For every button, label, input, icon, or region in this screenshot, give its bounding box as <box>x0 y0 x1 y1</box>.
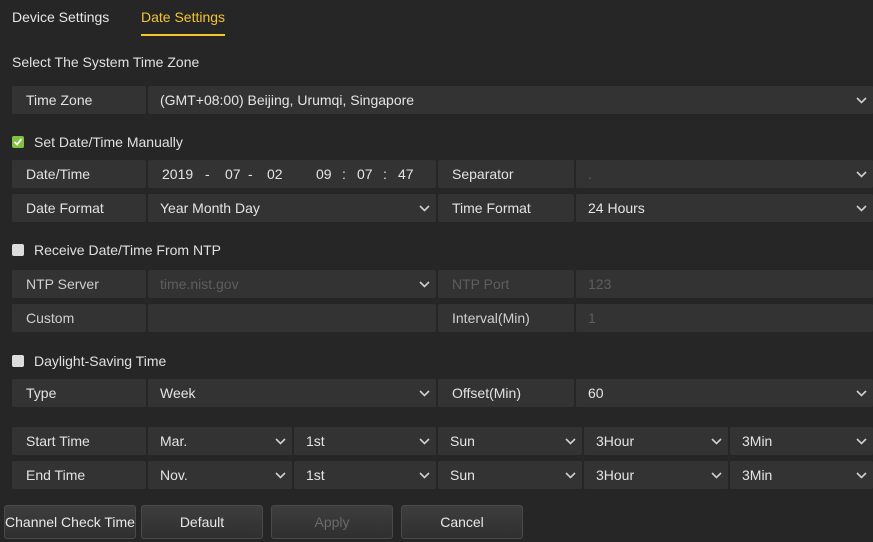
tab-device-settings[interactable]: Device Settings <box>12 6 109 36</box>
start-minute-value: 3Min <box>742 433 773 449</box>
start-day-value: Sun <box>450 433 475 449</box>
end-week-select[interactable]: 1st <box>294 461 436 489</box>
chevron-down-icon <box>855 160 867 188</box>
dst-offset-label: Offset(Min) <box>438 379 574 407</box>
dst-checkbox[interactable] <box>12 355 24 367</box>
ntp-checkbox-row[interactable]: Receive Date/Time From NTP <box>12 240 221 260</box>
chevron-down-icon <box>855 194 867 222</box>
end-time-label: End Time <box>12 461 146 489</box>
dst-offset-value: 60 <box>588 385 604 401</box>
checkmark-icon <box>13 138 23 146</box>
end-minute-select[interactable]: 3Min <box>730 461 873 489</box>
datetime-label: Date/Time <box>12 160 146 188</box>
chevron-down-icon <box>274 461 286 489</box>
time-format-value: 24 Hours <box>588 200 645 216</box>
interval-label: Interval(Min) <box>438 304 574 332</box>
cancel-button[interactable]: Cancel <box>401 505 523 539</box>
time-sep-2: : <box>383 166 387 182</box>
timezone-value: (GMT+08:00) Beijing, Urumqi, Singapore <box>160 92 415 108</box>
start-hour-select[interactable]: 3Hour <box>584 427 728 455</box>
end-day-select[interactable]: Sun <box>438 461 582 489</box>
dst-type-label: Type <box>12 379 146 407</box>
end-month-select[interactable]: Nov. <box>148 461 292 489</box>
chevron-down-icon <box>855 427 867 455</box>
dst-checkbox-row[interactable]: Daylight-Saving Time <box>12 351 166 371</box>
chevron-down-icon <box>855 461 867 489</box>
ntp-server-select[interactable]: time.nist.gov <box>148 270 436 298</box>
custom-label: Custom <box>12 304 146 332</box>
end-week-value: 1st <box>306 467 325 483</box>
dst-type-value: Week <box>160 385 196 401</box>
end-month-value: Nov. <box>160 467 188 483</box>
time-format-select[interactable]: 24 Hours <box>576 194 873 222</box>
date-format-label: Date Format <box>12 194 146 222</box>
date-format-select[interactable]: Year Month Day <box>148 194 436 222</box>
manual-checkbox-row[interactable]: Set Date/Time Manually <box>12 132 183 152</box>
dst-type-select[interactable]: Week <box>148 379 436 407</box>
date-sep-1: - <box>205 166 210 182</box>
custom-input[interactable] <box>148 304 436 332</box>
manual-checkbox[interactable] <box>12 136 24 148</box>
ntp-port-label: NTP Port <box>438 270 574 298</box>
interval-input[interactable]: 1 <box>576 304 873 332</box>
apply-button[interactable]: Apply <box>271 505 393 539</box>
timezone-section-title: Select The System Time Zone <box>12 54 200 70</box>
channel-check-time-button[interactable]: Channel Check Time <box>4 505 136 539</box>
chevron-down-icon <box>564 461 576 489</box>
end-day-value: Sun <box>450 467 475 483</box>
time-sep-1: : <box>342 166 346 182</box>
chevron-down-icon <box>855 86 867 114</box>
chevron-down-icon <box>274 427 286 455</box>
separator-label: Separator <box>438 160 574 188</box>
default-button[interactable]: Default <box>141 505 263 539</box>
time-format-label: Time Format <box>438 194 574 222</box>
tab-date-settings[interactable]: Date Settings <box>141 6 226 36</box>
separator-value: . <box>588 166 592 182</box>
timezone-label: Time Zone <box>12 86 146 114</box>
chevron-down-icon <box>418 379 430 407</box>
chevron-down-icon <box>710 427 722 455</box>
ntp-checkbox-label: Receive Date/Time From NTP <box>34 242 221 258</box>
start-week-select[interactable]: 1st <box>294 427 436 455</box>
dst-checkbox-label: Daylight-Saving Time <box>34 353 167 369</box>
ntp-server-label: NTP Server <box>12 270 146 298</box>
chevron-down-icon <box>564 427 576 455</box>
start-hour-value: 3Hour <box>596 433 635 449</box>
second-field[interactable]: 47 <box>398 160 414 188</box>
dst-offset-select[interactable]: 60 <box>576 379 873 407</box>
date-format-value: Year Month Day <box>160 200 260 216</box>
start-day-select[interactable]: Sun <box>438 427 582 455</box>
end-hour-select[interactable]: 3Hour <box>584 461 728 489</box>
timezone-select[interactable]: (GMT+08:00) Beijing, Urumqi, Singapore <box>148 86 873 114</box>
day-field[interactable]: 02 <box>267 160 283 188</box>
start-week-value: 1st <box>306 433 325 449</box>
chevron-down-icon <box>418 270 430 298</box>
month-field[interactable]: 07 <box>225 160 241 188</box>
date-sep-2: - <box>248 166 253 182</box>
chevron-down-icon <box>418 461 430 489</box>
start-time-label: Start Time <box>12 427 146 455</box>
ntp-server-value: time.nist.gov <box>160 276 239 292</box>
end-minute-value: 3Min <box>742 467 773 483</box>
year-field[interactable]: 2019 <box>162 160 193 188</box>
chevron-down-icon <box>855 379 867 407</box>
start-month-value: Mar. <box>160 433 188 449</box>
ntp-port-input[interactable]: 123 <box>576 270 873 298</box>
start-minute-select[interactable]: 3Min <box>730 427 873 455</box>
datetime-input[interactable]: 2019 - 07 - 02 09 : 07 : 47 <box>148 160 436 188</box>
manual-checkbox-label: Set Date/Time Manually <box>34 134 183 150</box>
end-hour-value: 3Hour <box>596 467 635 483</box>
chevron-down-icon <box>710 461 722 489</box>
ntp-checkbox[interactable] <box>12 244 24 256</box>
chevron-down-icon <box>418 194 430 222</box>
hour-field[interactable]: 09 <box>316 160 332 188</box>
minute-field[interactable]: 07 <box>357 160 373 188</box>
chevron-down-icon <box>418 427 430 455</box>
start-month-select[interactable]: Mar. <box>148 427 292 455</box>
separator-select[interactable]: . <box>576 160 873 188</box>
